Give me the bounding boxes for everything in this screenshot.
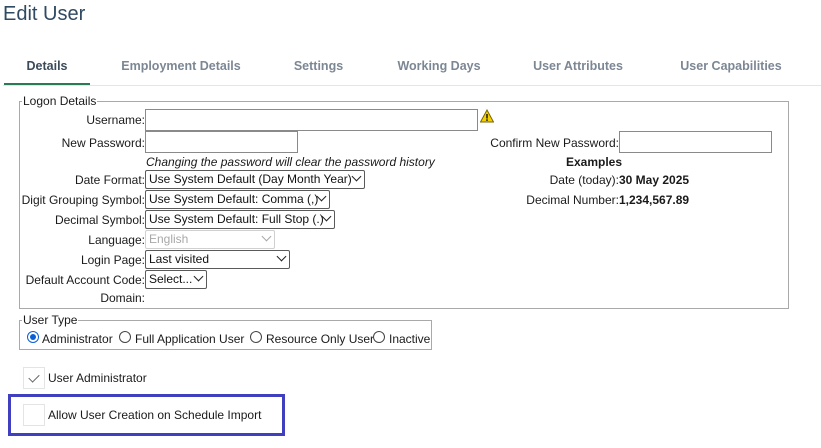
language-select: English: [145, 230, 275, 249]
tab-employment-details[interactable]: Employment Details: [111, 56, 251, 86]
user-type-legend: User Type: [23, 313, 78, 327]
date-format-select[interactable]: Use System Default (Day Month Year): [145, 170, 365, 189]
tab-working-days[interactable]: Working Days: [389, 56, 489, 86]
chevron-down-icon: [193, 271, 204, 282]
confirm-password-input[interactable]: [619, 131, 772, 153]
chevron-down-icon: [261, 231, 272, 242]
radio-inactive[interactable]: [373, 331, 385, 343]
tab-bar: Details Employment Details Settings Work…: [3, 56, 821, 86]
allow-user-creation-label: Allow User Creation on Schedule Import: [48, 408, 262, 422]
radio-resource-only-user-label: Resource Only User: [266, 332, 375, 346]
radio-inactive-label: Inactive: [389, 332, 431, 346]
chevron-down-icon: [276, 251, 287, 262]
tab-user-capabilities[interactable]: User Capabilities: [667, 56, 795, 86]
radio-full-application-user[interactable]: [119, 331, 131, 343]
decimal-symbol-select[interactable]: Use System Default: Full Stop (.): [145, 210, 335, 229]
domain-label: Domain:: [100, 291, 145, 305]
radio-full-application-user-label: Full Application User: [135, 332, 245, 346]
digit-grouping-select[interactable]: Use System Default: Comma (,): [145, 190, 330, 209]
page-title: Edit User: [3, 3, 86, 25]
logon-details-legend: Logon Details: [23, 94, 97, 108]
user-administrator-checkbox[interactable]: [23, 367, 45, 389]
tab-details[interactable]: Details: [3, 56, 91, 86]
warning-icon: [480, 109, 494, 123]
new-password-label: New Password:: [61, 136, 145, 150]
login-page-select[interactable]: Last visited: [145, 250, 290, 269]
password-note: Changing the password will clear the pas…: [146, 155, 435, 169]
new-password-input[interactable]: [145, 131, 298, 153]
default-account-select[interactable]: Select...: [145, 270, 207, 289]
date-format-label: Date Format:: [74, 173, 145, 187]
decimal-symbol-label: Decimal Symbol:: [54, 213, 145, 227]
decimal-number-value: 1,234,567.89: [619, 193, 690, 207]
confirm-password-label: Confirm New Password:: [490, 136, 619, 150]
chevron-down-icon: [351, 171, 362, 182]
login-page-label: Login Page:: [80, 253, 145, 267]
radio-resource-only-user[interactable]: [250, 331, 262, 343]
username-input[interactable]: [145, 109, 478, 131]
checkmark-icon: [28, 371, 40, 383]
default-account-label: Default Account Code:: [25, 273, 145, 287]
radio-administrator[interactable]: [27, 331, 39, 343]
username-label: Username:: [86, 113, 145, 127]
radio-administrator-label: Administrator: [42, 332, 113, 346]
tab-user-attributes[interactable]: User Attributes: [523, 56, 633, 86]
date-today-value: 30 May 2025: [619, 173, 690, 187]
tab-settings[interactable]: Settings: [281, 56, 356, 86]
tabs-divider: [3, 85, 821, 86]
date-today-label: Date (today):: [549, 173, 619, 187]
user-administrator-label: User Administrator: [48, 371, 147, 385]
examples-heading: Examples: [566, 155, 623, 169]
allow-user-creation-checkbox[interactable]: [23, 404, 45, 426]
language-label: Language:: [88, 233, 145, 247]
digit-grouping-label: Digit Grouping Symbol:: [21, 193, 145, 207]
decimal-number-label: Decimal Number:: [526, 193, 619, 207]
